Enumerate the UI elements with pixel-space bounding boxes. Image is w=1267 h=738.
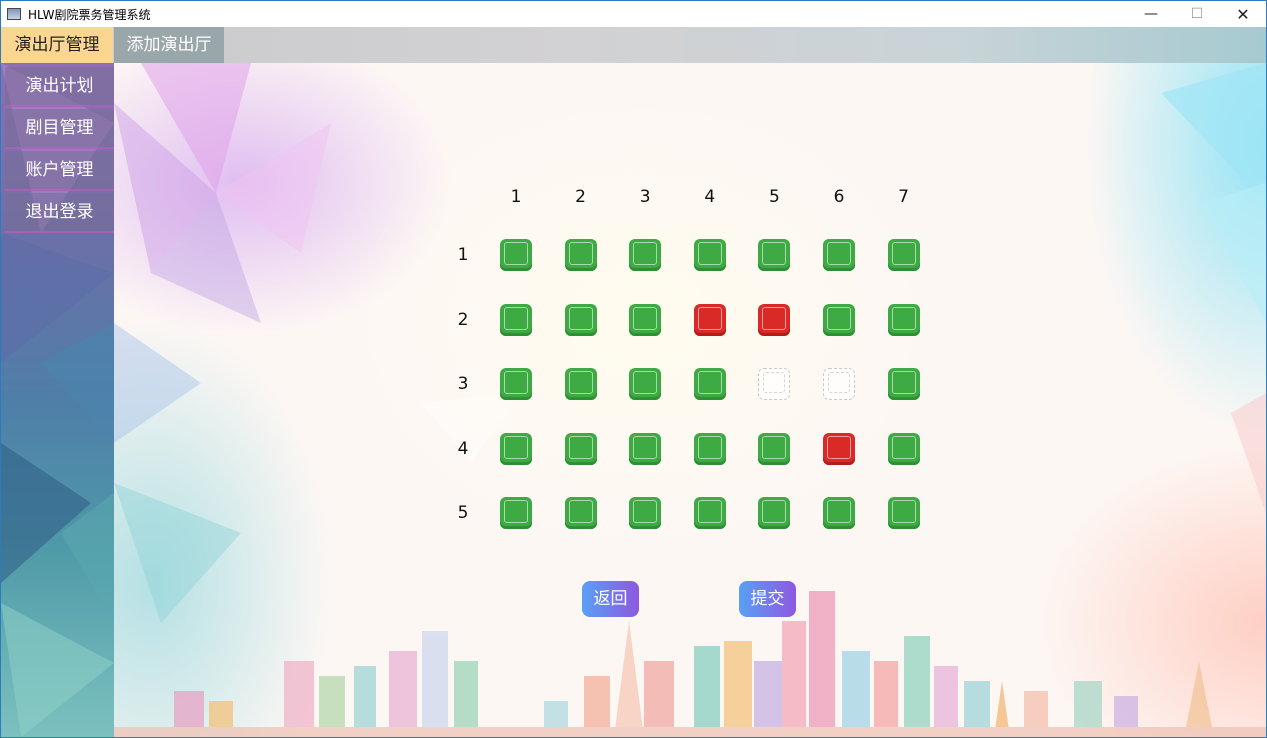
seat-empty[interactable] [758,368,791,401]
row-label: 1 [457,245,469,265]
seat-available[interactable] [564,368,597,401]
column-label: 7 [898,187,909,207]
maximize-button[interactable]: ☐ [1174,1,1220,27]
seat-available[interactable] [693,432,726,465]
seat-available[interactable] [629,303,662,336]
seat-available[interactable] [564,303,597,336]
seat-available[interactable] [758,239,791,271]
app-window: HLW剧院票务管理系统 — ☐ ✕ 演出厅管理 添加演出厅 演出计划 剧目管理 … [0,0,1267,738]
column-label: 4 [704,187,716,207]
column-label: 1 [510,187,522,207]
tab-add-hall[interactable]: 添加演出厅 [114,27,224,63]
seat-available[interactable] [500,497,532,530]
sidebar: 演出计划 剧目管理 账户管理 退出登录 [1,63,114,737]
seat-available[interactable] [758,432,791,465]
title-bar: HLW剧院票务管理系统 — ☐ ✕ [1,1,1266,27]
seat-available[interactable] [693,497,726,530]
seat-available[interactable] [823,239,855,271]
seat-available[interactable] [629,368,662,401]
row-label: 3 [457,374,469,395]
seat-available[interactable] [500,239,532,271]
top-menu-bar: 演出厅管理 添加演出厅 [1,27,1266,63]
app-icon [7,8,21,20]
seat-available[interactable] [564,497,597,530]
row-label: 2 [457,309,469,330]
seat-available[interactable] [693,239,726,271]
minimize-button[interactable]: — [1128,1,1174,27]
seat-available[interactable] [564,432,597,465]
seat-available[interactable] [564,239,597,271]
seat-available[interactable] [887,368,920,401]
seat-sold[interactable] [758,303,791,336]
sidebar-item-account-management[interactable]: 账户管理 [5,151,114,191]
seat-available[interactable] [887,497,920,530]
seat-sold[interactable] [823,432,855,465]
seat-available[interactable] [500,368,532,401]
tab-hall-management[interactable]: 演出厅管理 [1,27,113,63]
seat-available[interactable] [629,432,662,465]
seat-empty[interactable] [823,368,855,401]
seat-available[interactable] [823,303,855,336]
column-label: 2 [575,187,586,207]
seat-available[interactable] [887,239,920,271]
row-label: 5 [457,503,469,524]
seat-available[interactable] [823,497,855,530]
seat-available[interactable] [500,432,532,465]
column-label: 3 [639,187,651,207]
seat-available[interactable] [758,497,791,530]
window-title: HLW剧院票务管理系统 [28,7,151,22]
close-button[interactable]: ✕ [1220,1,1266,27]
row-label: 4 [457,438,469,459]
seat-available[interactable] [629,497,662,530]
sidebar-item-logout[interactable]: 退出登录 [5,193,114,233]
sidebar-item-repertoire-management[interactable]: 剧目管理 [5,109,114,149]
column-label: 6 [833,187,845,207]
seat-available[interactable] [887,432,920,465]
column-label: 5 [768,187,780,207]
seat-available[interactable] [887,303,920,336]
city-skyline-decoration [114,591,1266,737]
seat-available[interactable] [629,239,662,271]
sidebar-item-performance-plan[interactable]: 演出计划 [5,67,114,107]
seat-available[interactable] [693,368,726,401]
seat-sold[interactable] [693,303,726,336]
seat-available[interactable] [500,303,532,336]
